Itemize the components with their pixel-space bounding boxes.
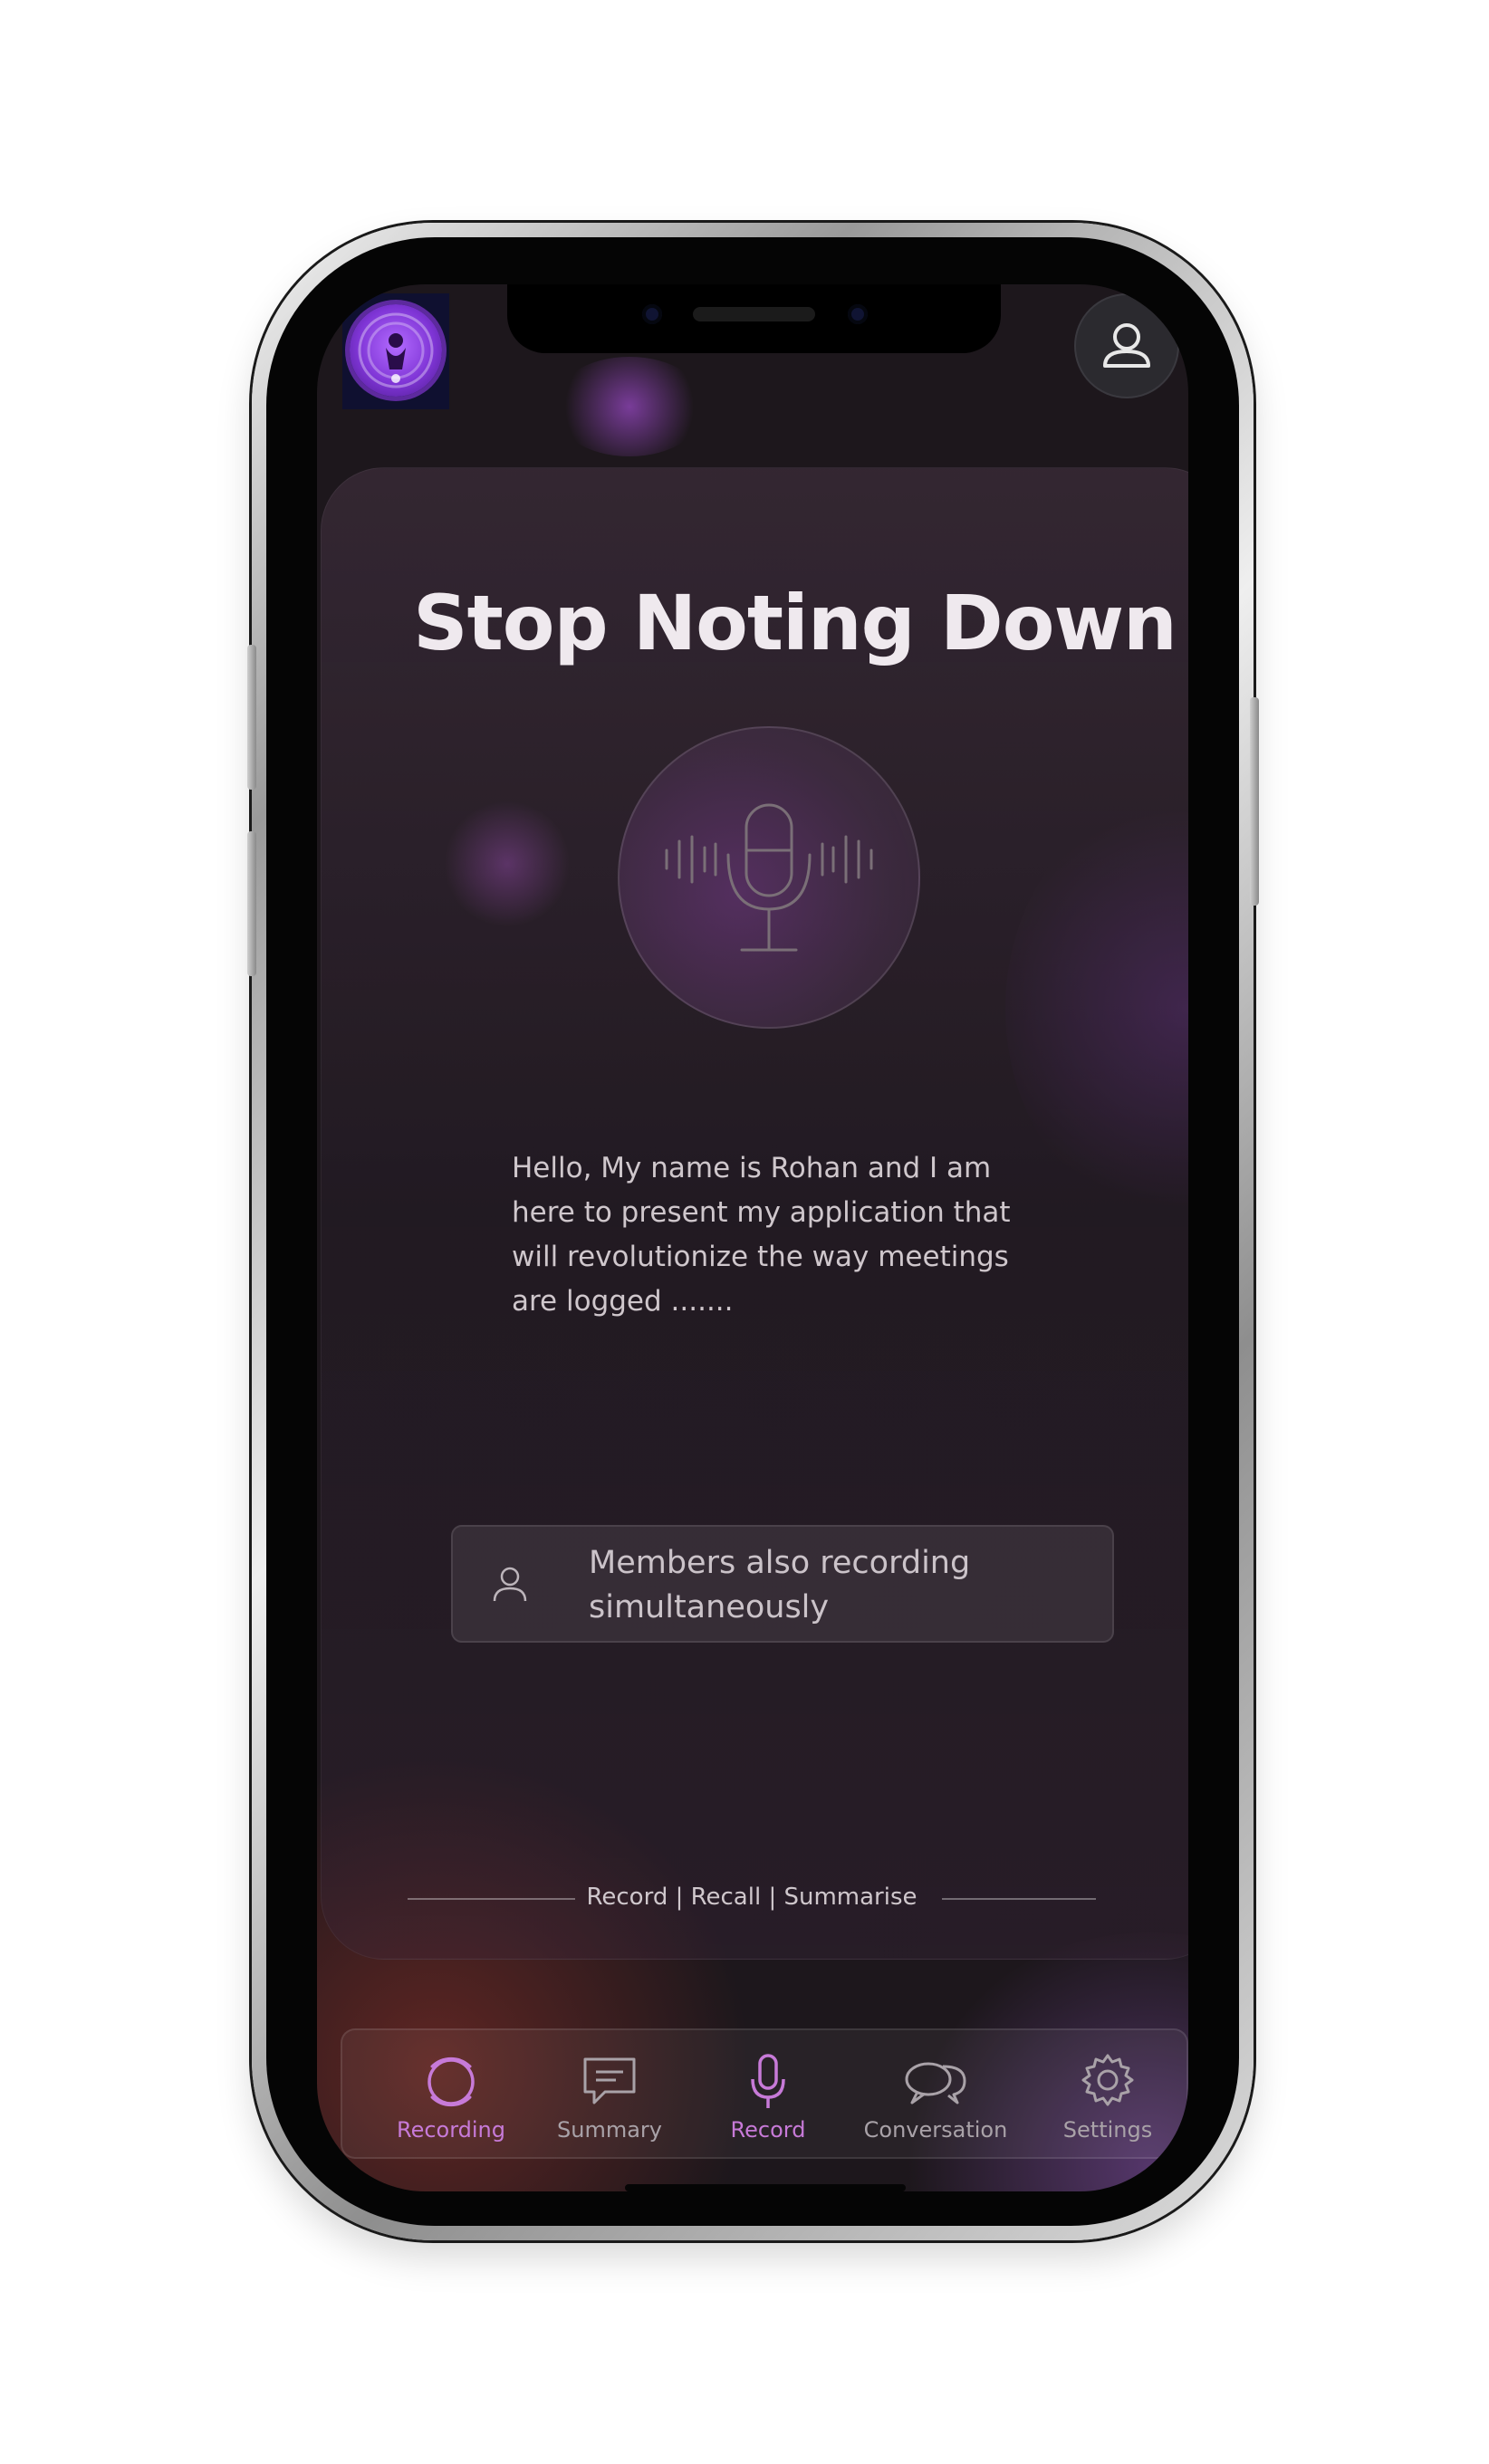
tab-recording[interactable]: Recording [379, 2030, 524, 2157]
phone-silent-switch [247, 645, 256, 790]
profile-button[interactable] [1076, 295, 1177, 397]
phone-notch [507, 284, 1001, 353]
recording-ring-icon [427, 2057, 475, 2107]
conversation-bubbles-icon [905, 2062, 966, 2104]
tab-conversation-label: Conversation [863, 2117, 1008, 2143]
tagline: Record | Recall | Summarise [408, 1880, 1096, 1916]
members-notice-text: Members also recording simultaneously [589, 1545, 971, 1625]
page-title: Stop Noting Down [413, 579, 1177, 667]
tab-settings-label: Settings [1062, 2117, 1153, 2143]
phone-volume-button [247, 831, 256, 976]
tab-record-label: Record [730, 2117, 806, 2143]
logo-emblem-icon [358, 312, 434, 388]
microphone-icon [751, 2054, 785, 2108]
transcript-text: Hello, My name is Rohan and I am here to… [512, 1152, 1011, 1318]
front-camera [642, 304, 662, 324]
tab-recording-label: Recording [396, 2117, 506, 2143]
record-mic-button[interactable] [618, 726, 920, 1029]
gear-icon [1081, 2054, 1134, 2106]
face-sensor [848, 304, 868, 324]
user-icon [1103, 323, 1150, 368]
bg-glow-top [552, 357, 706, 456]
app-screen: Stop Noting Down Hello, My name is Rohan… [317, 284, 1188, 2191]
members-recording-notice[interactable]: Members also recording simultaneously [451, 1525, 1114, 1643]
bottom-tab-bar: Recording Summary Record Conversation Se… [341, 2028, 1188, 2159]
earpiece-speaker [693, 307, 815, 321]
tab-summary-label: Summary [557, 2117, 662, 2143]
tab-settings[interactable]: Settings [1035, 2030, 1180, 2157]
phone-power-button [1250, 697, 1259, 906]
microphone-waveform-icon [665, 803, 873, 952]
app-logo [342, 293, 449, 409]
tab-record[interactable]: Record [696, 2030, 841, 2157]
tab-summary[interactable]: Summary [537, 2030, 682, 2157]
tab-conversation[interactable]: Conversation [845, 2030, 1026, 2157]
person-icon [493, 1567, 527, 1602]
chat-bubble-icon [583, 2057, 636, 2104]
tagline-text: Record | Recall | Summarise [586, 1884, 917, 1911]
logo-disc [350, 304, 442, 397]
home-indicator[interactable] [625, 2184, 906, 2191]
